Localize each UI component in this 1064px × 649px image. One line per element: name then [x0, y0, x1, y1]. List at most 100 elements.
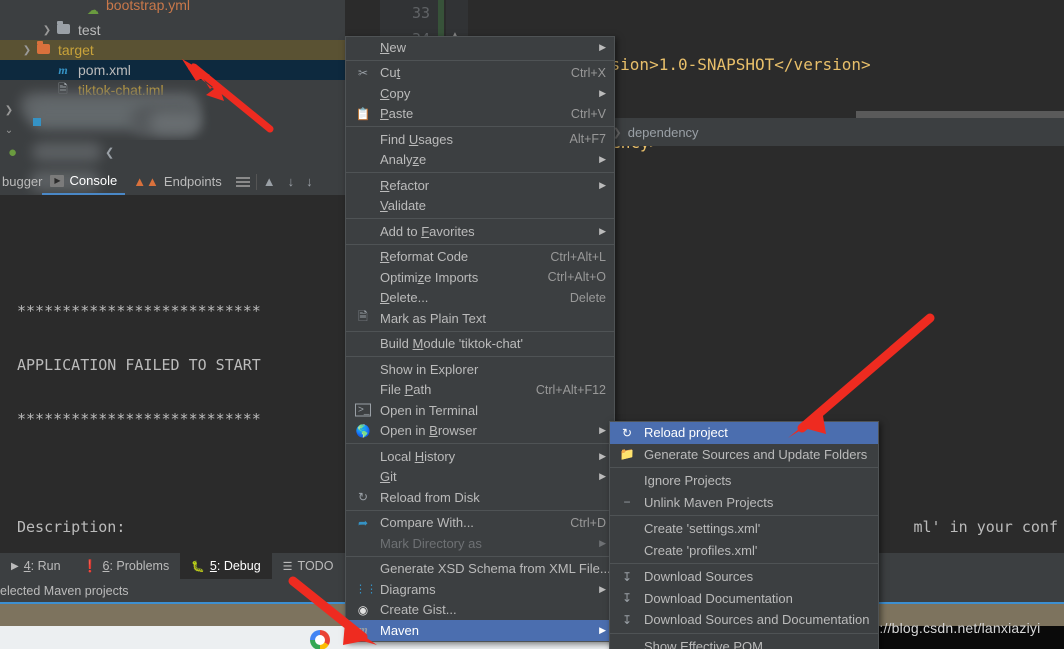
tab-console[interactable]: ▶ Console — [42, 168, 126, 195]
menu-item-git[interactable]: Git ▶ — [346, 467, 614, 488]
tool-tab-run[interactable]: ▶ 4: Run — [0, 553, 72, 579]
print-icon[interactable]: ↓ — [306, 174, 313, 189]
menu-item-paste[interactable]: 📋 Paste Ctrl+V — [346, 104, 614, 125]
hamburger-icon[interactable] — [235, 176, 250, 187]
menu-item-open-in-browser[interactable]: 🌎 Open in Browser ▶ — [346, 421, 614, 442]
menu-accelerator: Ctrl+Alt+F12 — [535, 382, 606, 397]
menu-item-cut[interactable]: ✂ Cut Ctrl+X — [346, 63, 614, 84]
menu-separator — [346, 555, 614, 557]
submenu-item-show-effective-pom[interactable]: Show Effective POM — [610, 636, 878, 649]
menu-separator — [346, 443, 614, 444]
menu-item-find-usages[interactable]: Find Usages Alt+F7 — [346, 129, 614, 150]
tree-item-label: target — [58, 42, 94, 58]
submenu-item-create-settings-xml[interactable]: Create 'settings.xml' — [610, 518, 878, 540]
submenu-arrow-icon: ▶ — [599, 624, 606, 635]
menu-item-mark-directory-as: Mark Directory as ▶ — [380, 535, 606, 551]
menu-item-mark-as-plain-text[interactable]: 🗎 Mark as Plain Text — [346, 308, 614, 329]
tree-item-label: test — [78, 22, 101, 38]
chevron-right-icon[interactable]: ❯ — [20, 45, 34, 56]
menu-item-validate[interactable]: Validate — [346, 196, 614, 217]
menu-separator — [610, 515, 878, 516]
tool-tab-problems[interactable]: ❗ 6: Problems — [72, 553, 181, 579]
submenu-arrow-icon: ▶ — [599, 583, 606, 594]
download-icon: ↧ — [621, 591, 633, 606]
menu-item-local-history[interactable]: Local History ▶ — [346, 446, 614, 467]
problems-icon: ❗ — [82, 559, 98, 573]
menu-item-compare-with[interactable]: ➦ Compare With... Ctrl+D — [346, 513, 614, 534]
context-menu[interactable]: New ▶ ✂ Cut Ctrl+X Copy ▶ 📋 Paste Ctrl+V Fin… — [345, 36, 615, 642]
generate-sources-icon: 📁 — [619, 447, 635, 462]
tool-tab-debug[interactable]: 🐛 5: Debug — [180, 553, 272, 579]
submenu-item-generate-sources[interactable]: 📁 Generate Sources and Update Folders — [610, 444, 878, 466]
submenu-item-unlink-maven-projects[interactable]: − Unlink Maven Projects — [610, 492, 878, 514]
menu-item-reload-from-disk[interactable]: ↻ Reload from Disk — [346, 487, 614, 508]
debugger-tab-partial-label[interactable]: bugger — [0, 174, 42, 189]
menu-item-new[interactable]: New ▶ — [346, 37, 614, 58]
menu-item-generate-xsd-schema[interactable]: Generate XSD Schema from XML File... — [346, 559, 614, 580]
submenu-item-create-profiles-xml[interactable]: Create 'profiles.xml' — [610, 540, 878, 562]
tree-item-label: bootstrap.yml — [106, 0, 191, 13]
submenu-arrow-icon: ▶ — [599, 450, 606, 461]
submenu-item-download-sources-and-documentation[interactable]: ↧ Download Sources and Documentation — [610, 609, 878, 631]
endpoints-icon: ▲▲ — [133, 174, 159, 189]
menu-item-diagrams[interactable]: ⋮⋮ Diagrams ▶ — [346, 579, 614, 600]
submenu-item-reload-project[interactable]: ↻ Reload project — [610, 422, 878, 444]
scroll-to-end-icon[interactable]: ↓ — [288, 174, 295, 189]
status-text: elected Maven projects — [0, 584, 129, 598]
chevron-left-icon[interactable]: ❮ — [105, 146, 114, 159]
maven-submenu[interactable]: ↻ Reload project 📁 Generate Sources and … — [609, 421, 879, 649]
tool-tab-todo[interactable]: ☰ TODO — [272, 553, 345, 579]
editor-horizontal-scrollbar[interactable] — [856, 111, 1064, 118]
tab-number: 5 — [209, 559, 217, 573]
chrome-icon-center — [315, 635, 325, 645]
tree-row[interactable]: ☁ bootstrap.yml — [0, 0, 345, 20]
terminal-icon: >_ — [355, 403, 371, 417]
menu-separator — [346, 330, 614, 332]
menu-accelerator: Delete — [569, 290, 606, 305]
menu-separator — [346, 172, 614, 173]
tree-row-test[interactable]: ❯ test — [0, 20, 345, 40]
submenu-arrow-icon: ▶ — [599, 471, 606, 482]
submenu-arrow-icon: ▶ — [599, 179, 606, 190]
console-tab-row[interactable]: bugger ▶ Console ▲▲ Endpoints ▲ ↓ ↓ — [0, 168, 345, 195]
menu-item-refactor[interactable]: Refactor ▶ — [346, 175, 614, 196]
scissors-icon: ✂ — [357, 65, 369, 80]
project-tree[interactable]: ☁ bootstrap.yml ❯ test ❯ target m pom.xm… — [0, 0, 345, 140]
chevron-right-icon[interactable]: ❯ — [2, 105, 16, 116]
chevron-down-icon[interactable]: ⌄ — [2, 125, 16, 136]
menu-item-open-in-terminal[interactable]: >_ Open in Terminal — [346, 400, 614, 421]
menu-separator — [346, 218, 614, 219]
menu-item-optimize-imports[interactable]: Optimize Imports Ctrl+Alt+O — [346, 267, 614, 288]
tree-row-pom-xml[interactable]: m pom.xml — [0, 60, 345, 80]
menu-item-maven[interactable]: m Maven ▶ — [346, 620, 614, 641]
menu-item-file-path[interactable]: File Path Ctrl+Alt+F12 — [346, 380, 614, 401]
menu-item-build-module[interactable]: Build Module 'tiktok-chat' — [346, 334, 614, 355]
refresh-icon: ↻ — [621, 425, 633, 440]
submenu-item-download-sources[interactable]: ↧ Download Sources — [610, 566, 878, 588]
run-config-icon[interactable]: ● — [8, 144, 17, 162]
menu-item-add-to-favorites[interactable]: Add to Favorites ▶ — [346, 221, 614, 242]
submenu-item-ignore-projects[interactable]: Ignore Projects — [610, 470, 878, 492]
breadcrumb-item[interactable]: dependency — [628, 125, 699, 140]
tab-label: Problems — [116, 559, 170, 573]
menu-separator — [346, 126, 614, 127]
menu-item-analyze[interactable]: Analyze ▶ — [346, 150, 614, 171]
menu-item-reformat-code[interactable]: Reformat Code Ctrl+Alt+L — [346, 247, 614, 268]
menu-item-create-gist[interactable]: ◉ Create Gist... — [346, 600, 614, 621]
menu-separator — [610, 563, 878, 564]
menu-item-delete[interactable]: Delete... Delete — [346, 288, 614, 309]
debug-icon: 🐛 — [191, 560, 205, 573]
submenu-arrow-icon: ▶ — [599, 154, 606, 165]
tree-row-target[interactable]: ❯ target — [0, 40, 345, 60]
menu-separator — [346, 509, 614, 511]
menu-item-copy[interactable]: Copy ▶ — [346, 83, 614, 104]
run-icon: ▶ — [11, 560, 19, 572]
soft-wrap-icon[interactable]: ▲ — [263, 174, 276, 189]
tab-number: 4 — [23, 559, 31, 573]
submenu-arrow-icon: ▶ — [599, 87, 606, 98]
console-toolbar[interactable]: ● ❮ bugger ▶ Console ▲▲ Endpoints ▲ ↓ ↓ — [0, 140, 345, 195]
tab-endpoints[interactable]: ▲▲ Endpoints — [125, 168, 230, 195]
menu-item-show-in-explorer[interactable]: Show in Explorer — [346, 359, 614, 380]
submenu-item-download-documentation[interactable]: ↧ Download Documentation — [610, 588, 878, 610]
chevron-right-icon[interactable]: ❯ — [40, 25, 54, 36]
